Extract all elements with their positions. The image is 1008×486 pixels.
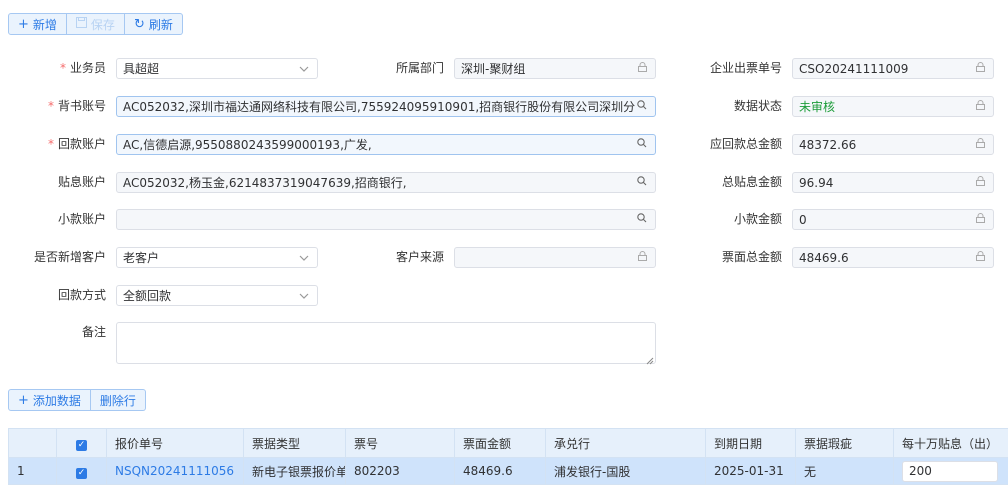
search-icon[interactable] (635, 176, 649, 189)
lock-icon (973, 100, 987, 113)
new-customer-select[interactable]: 老客户 (116, 247, 318, 268)
data-status-label: 数据状态 (733, 99, 782, 113)
select-all-header[interactable]: ✓ (56, 428, 107, 458)
face-amount-cell: 48469.6 (454, 457, 546, 485)
table-header-cell: 报价单号 (106, 428, 244, 458)
lock-icon (973, 62, 987, 75)
delete-row-button[interactable]: 删除行 (90, 389, 146, 411)
table-header-cell: 承兑行 (545, 428, 706, 458)
lock-icon (973, 176, 987, 189)
interest-cell: 200 (893, 457, 1008, 485)
table-header-cell: 到期日期 (705, 428, 796, 458)
checkbox-checked-icon[interactable]: ✓ (76, 439, 87, 451)
new-customer-label: 是否新增客户 (33, 250, 106, 264)
table-header-row: ✓ 报价单号 票据类型 票号 票面金额 承兑行 到期日期 票据瑕疵 每十万贴息（… (8, 428, 1008, 458)
discount-account-label: 贴息账户 (57, 175, 106, 189)
table-header-cell: 票号 (345, 428, 455, 458)
add-button[interactable]: + 新增 (8, 13, 67, 35)
total-discount-field: 96.94 (792, 172, 994, 193)
receivable-total-label: 应回款总金额 (709, 137, 782, 151)
add-data-button[interactable]: + 添加数据 (8, 389, 91, 411)
return-account-input[interactable]: AC,信德启源,9550880243599000193,广发, (116, 134, 656, 155)
salesman-label: * 业务员 (59, 61, 106, 75)
bill-type-cell: 新电子银票报价单 (243, 457, 346, 485)
discount-account-input[interactable]: AC052032,杨玉金,6214837319047639,招商银行, (116, 172, 656, 193)
due-date-cell: 2025-01-31 (705, 457, 796, 485)
face-total-label: 票面总金额 (721, 250, 782, 264)
order-no-label: 企业出票单号 (709, 61, 782, 75)
bill-table: ✓ 报价单号 票据类型 票号 票面金额 承兑行 到期日期 票据瑕疵 每十万贴息（… (8, 428, 1008, 485)
search-icon[interactable] (635, 213, 649, 226)
lock-icon (635, 251, 649, 264)
chevron-down-icon (297, 289, 311, 302)
table-row[interactable]: 1 ✓ NSQN20241111056 新电子银票报价单 802203 4846… (8, 457, 1008, 485)
remark-label: 备注 (81, 325, 106, 339)
table-header-cell: 票据类型 (243, 428, 346, 458)
table-header-cell: 票面金额 (454, 428, 546, 458)
small-account-label: 小款账户 (57, 212, 106, 226)
defect-cell: 无 (795, 457, 894, 485)
endorse-account-label: * 背书账号 (47, 99, 106, 113)
table-header-cell: 票据瑕疵 (795, 428, 894, 458)
order-no-field: CSO20241111009 (792, 58, 994, 79)
refresh-icon: ↻ (133, 16, 145, 32)
refresh-button[interactable]: ↻ 刷新 (124, 13, 183, 35)
resize-grip-icon[interactable] (646, 354, 654, 365)
lock-icon (973, 251, 987, 264)
row-toolbar: + 添加数据 删除行 (8, 389, 146, 411)
small-amount-field: 0 (792, 209, 994, 230)
data-status-field: 未审核 (792, 96, 994, 117)
top-toolbar: + 新增 保存 ↻ 刷新 (8, 13, 183, 35)
department-label: 所属部门 (395, 61, 444, 75)
receivable-total-field: 48372.66 (792, 134, 994, 155)
face-total-field: 48469.6 (792, 247, 994, 268)
save-button[interactable]: 保存 (66, 13, 125, 35)
search-icon[interactable] (635, 138, 649, 151)
save-icon (75, 17, 87, 31)
small-amount-label: 小款金额 (733, 212, 782, 226)
remark-textarea[interactable] (116, 322, 656, 365)
plus-icon: + (18, 16, 29, 32)
return-account-label: * 回款账户 (47, 137, 106, 151)
chevron-down-icon (297, 62, 311, 75)
lock-icon (635, 62, 649, 75)
lock-icon (973, 138, 987, 151)
bill-no-cell: 802203 (345, 457, 455, 485)
table-header-cell: 每十万贴息（出） (893, 428, 1008, 458)
index-header (8, 428, 57, 458)
checkbox-checked-icon[interactable]: ✓ (76, 467, 87, 479)
endorse-account-input[interactable]: AC052032,深圳市福达通网络科技有限公司,755924095910901,… (116, 96, 656, 117)
search-icon[interactable] (635, 100, 649, 113)
customer-source-label: 客户来源 (395, 250, 444, 264)
lock-icon (973, 213, 987, 226)
row-select[interactable]: ✓ (56, 457, 107, 485)
department-field: 深圳-聚财组 (454, 58, 656, 79)
small-account-input[interactable] (116, 209, 656, 230)
return-method-label: 回款方式 (57, 288, 106, 302)
chevron-down-icon (297, 251, 311, 264)
plus-icon: + (18, 392, 29, 408)
quote-no-link[interactable]: NSQN20241111056 (106, 457, 244, 485)
return-method-select[interactable]: 全额回款 (116, 285, 318, 306)
acceptor-cell: 浦发银行-国股 (545, 457, 706, 485)
total-discount-label: 总贴息金额 (721, 175, 782, 189)
salesman-select[interactable]: 具超超 (116, 58, 318, 79)
customer-source-field (454, 247, 656, 268)
row-index: 1 (8, 457, 57, 485)
interest-input[interactable]: 200 (902, 460, 998, 482)
